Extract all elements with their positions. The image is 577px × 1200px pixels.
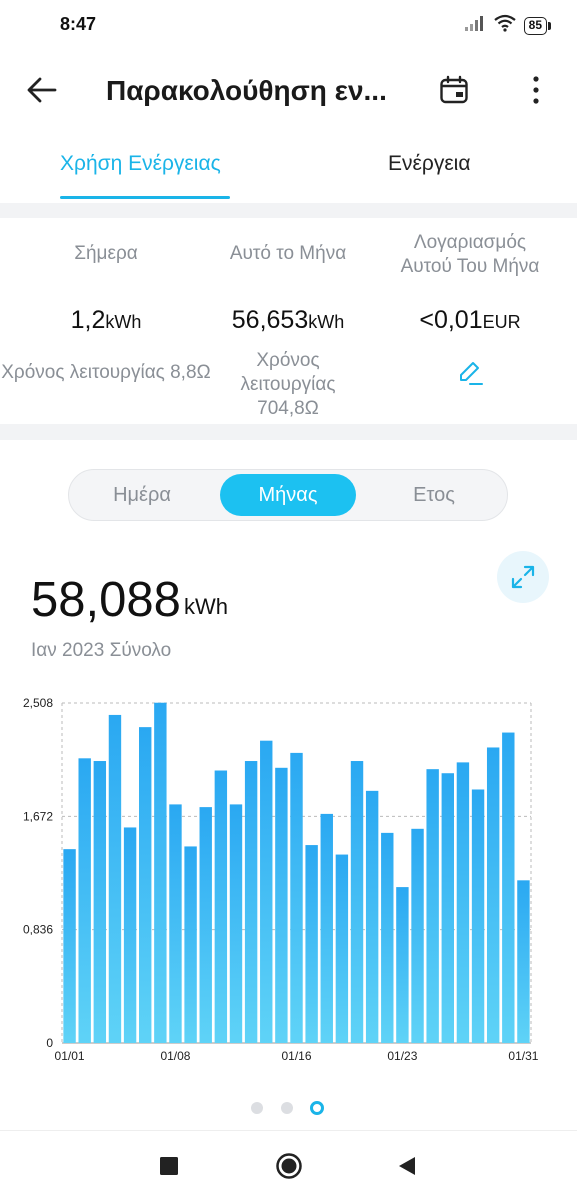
- bar: [199, 807, 212, 1043]
- pager-dot[interactable]: [251, 1102, 263, 1114]
- page-title: Παρακολούθηση εν...: [106, 75, 386, 106]
- y-tick-label: 0: [46, 1036, 53, 1050]
- battery-icon: 85: [523, 16, 552, 35]
- bar: [123, 827, 137, 1043]
- recents-button[interactable]: [152, 1149, 186, 1183]
- tab-energy[interactable]: Ενέργεια: [388, 152, 470, 176]
- stat-value: 1,2kWh: [70, 306, 142, 334]
- stat-today: Σήμερα 1,2kWh Χρόνος λειτουργίας 8,8Ω: [0, 242, 212, 385]
- square-icon: [160, 1157, 178, 1175]
- bar: [471, 789, 485, 1043]
- pager-dot[interactable]: [281, 1102, 293, 1114]
- x-tick-label: 01/08: [160, 1049, 190, 1063]
- calendar-icon: [440, 75, 468, 104]
- bar: [275, 767, 288, 1043]
- stat-runtime: Χρόνος λειτουργίας 8,8Ω: [1, 362, 211, 383]
- stat-value: <0,01EUR: [419, 306, 521, 334]
- more-options-button[interactable]: [516, 70, 556, 110]
- app-bar: Παρακολούθηση εν...: [0, 58, 577, 122]
- status-icons: 85: [464, 14, 552, 37]
- system-nav-bar: [0, 1130, 577, 1200]
- y-tick-label: 2,508: [23, 696, 53, 710]
- bar: [63, 849, 76, 1043]
- triangle-back-icon: [399, 1157, 415, 1175]
- total-unit: kWh: [184, 594, 228, 619]
- stat-month: Αυτό το Μήνα 56,653kWh Χρόνος λειτουργία…: [182, 242, 394, 421]
- x-tick-label: 01/01: [55, 1049, 85, 1063]
- arrow-left-icon: [27, 77, 57, 103]
- bar: [169, 804, 182, 1043]
- expand-icon: [511, 565, 535, 589]
- bar: [396, 887, 409, 1043]
- bar: [381, 832, 394, 1043]
- x-tick-label: 01/31: [508, 1049, 538, 1063]
- home-button[interactable]: [272, 1149, 306, 1183]
- bar: [365, 790, 379, 1043]
- tab-indicator: [60, 196, 230, 199]
- expand-chart-button[interactable]: [497, 551, 549, 603]
- bar: [411, 828, 424, 1043]
- bar: [93, 761, 107, 1043]
- bar: [290, 752, 303, 1043]
- bar: [517, 880, 530, 1043]
- bar: [456, 762, 470, 1043]
- back-button[interactable]: [22, 70, 62, 110]
- divider: [0, 424, 577, 440]
- edit-button[interactable]: [380, 359, 560, 392]
- bar: [335, 854, 349, 1043]
- period-day-button[interactable]: Ημέρα: [73, 474, 211, 516]
- bar: [78, 758, 91, 1043]
- stat-label: Αυτό το Μήνα: [229, 243, 347, 264]
- tabs: Χρήση Ενέργειας Ενέργεια: [0, 140, 577, 202]
- period-year-button[interactable]: Ετος: [365, 474, 503, 516]
- bar: [305, 845, 318, 1043]
- pager-dot-active[interactable]: [310, 1101, 324, 1115]
- stat-label: Σήμερα: [74, 243, 138, 264]
- calendar-button[interactable]: [434, 70, 474, 110]
- y-tick-label: 0,836: [23, 923, 53, 937]
- pager-dots: [0, 1098, 577, 1118]
- wifi-icon: [493, 14, 516, 37]
- bar: [229, 804, 243, 1043]
- home-circle-icon: [276, 1153, 302, 1179]
- bar: [486, 747, 500, 1043]
- y-tick-label: 1,672: [23, 809, 53, 823]
- pencil-icon: [460, 362, 483, 385]
- total-label: Ιαν 2023 Σύνολο: [31, 640, 172, 661]
- stat-label: Λογαριασμός Αυτού Του Μήνα: [400, 232, 540, 277]
- bar: [320, 813, 333, 1043]
- divider: [0, 203, 577, 218]
- bar: [502, 732, 515, 1043]
- bar: [441, 773, 454, 1043]
- period-selector: Ημέρα Μήνας Ετος: [68, 469, 508, 521]
- stat-runtime: Χρόνος λειτουργίας 704,8Ω: [240, 350, 336, 419]
- status-bar: 8:47 85: [0, 0, 577, 50]
- bar: [139, 727, 152, 1043]
- stat-value: 56,653kWh: [231, 306, 345, 334]
- bar: [260, 740, 273, 1043]
- tab-energy-usage[interactable]: Χρήση Ενέργειας: [60, 152, 221, 176]
- status-time: 8:47: [60, 14, 97, 34]
- bar: [154, 702, 167, 1043]
- x-tick-label: 01/16: [281, 1049, 311, 1063]
- bar: [244, 761, 258, 1043]
- bar: [426, 769, 439, 1043]
- period-month-button[interactable]: Μήνας: [220, 474, 356, 516]
- bar: [108, 714, 122, 1043]
- energy-bar-chart: 0 0,836 1,672 2,508 01/01 01/08 01/16 01/23 01/3…: [23, 696, 539, 1063]
- signal-icon: [464, 14, 486, 37]
- total-value: 58,088: [31, 573, 181, 627]
- back-nav-button[interactable]: [390, 1149, 424, 1183]
- bar: [214, 770, 228, 1043]
- more-vertical-icon: [533, 76, 539, 104]
- stat-bill: Λογαριασμός Αυτού Του Μήνα <0,01EUR: [380, 231, 560, 392]
- x-tick-label: 01/23: [387, 1049, 417, 1063]
- bar: [184, 846, 197, 1043]
- bar: [350, 761, 364, 1043]
- stats-panel: Σήμερα 1,2kWh Χρόνος λειτουργίας 8,8Ω Αυ…: [0, 218, 577, 424]
